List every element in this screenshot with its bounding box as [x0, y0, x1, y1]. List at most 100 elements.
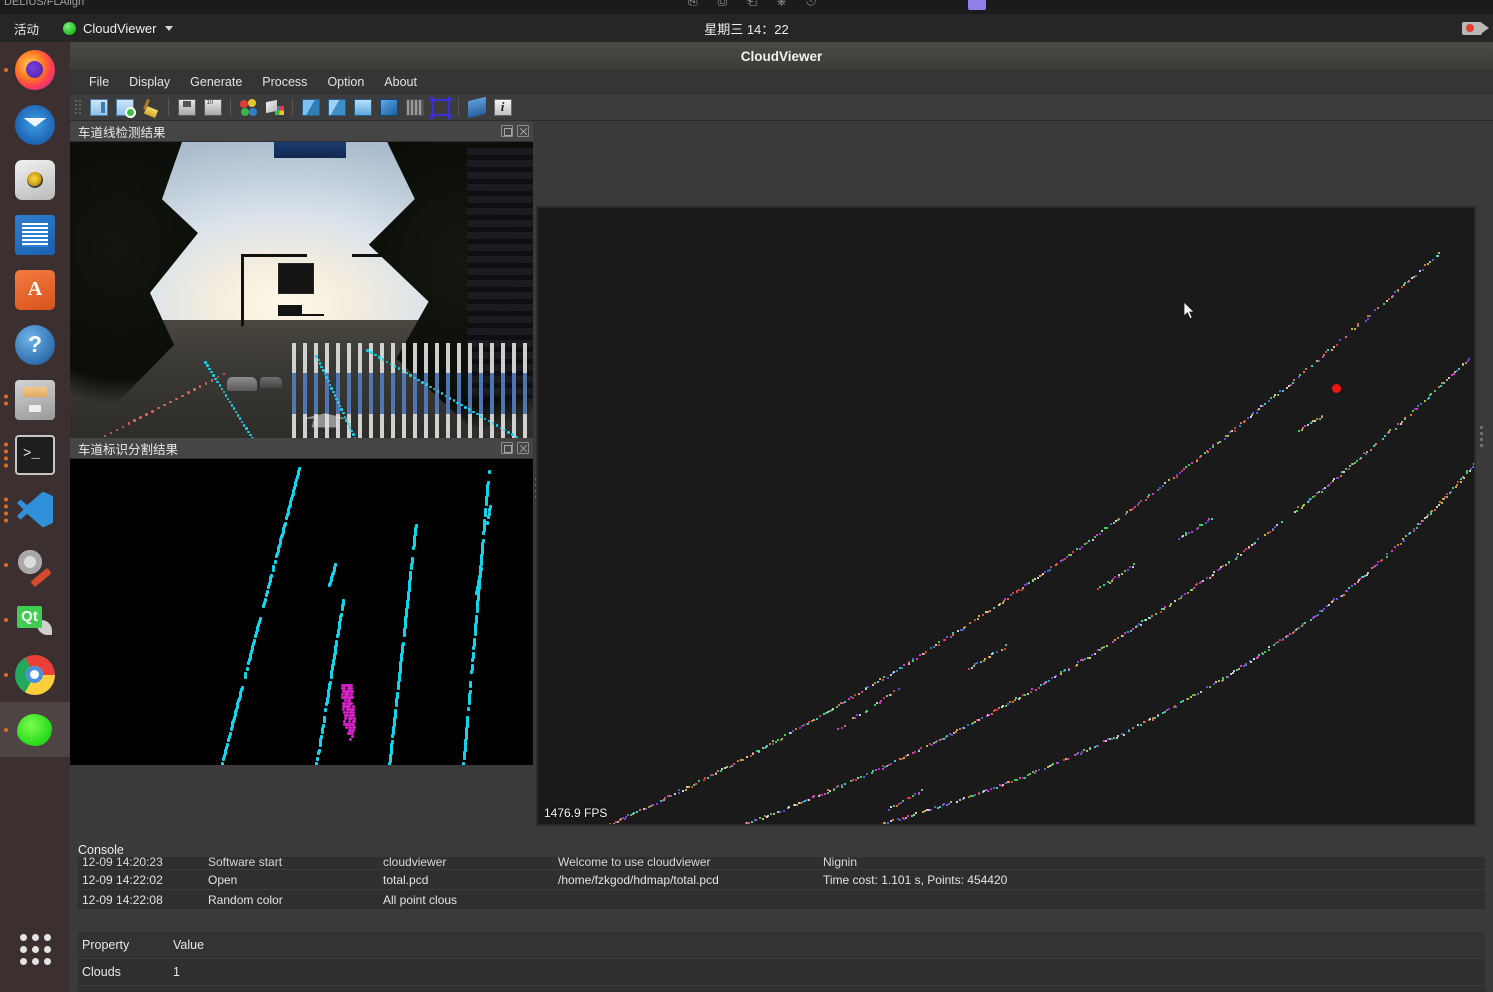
- log-action: Software start: [208, 857, 383, 869]
- toolbar: [70, 94, 1493, 121]
- random-color-button[interactable]: [237, 96, 260, 118]
- dock-item-settings[interactable]: [0, 537, 70, 592]
- wireframe-button[interactable]: [403, 96, 426, 118]
- log-target: All point clous: [383, 893, 558, 907]
- lane-segmentation-image[interactable]: [70, 459, 533, 765]
- point-cloud-file-section[interactable]: Point Cloud File: [78, 985, 1485, 992]
- info-button[interactable]: [491, 96, 514, 118]
- table-row[interactable]: 12-09 14:22:08 Random color All point cl…: [78, 889, 1485, 909]
- view-iso-icon: [380, 99, 398, 116]
- rhythmbox-icon: [15, 160, 55, 200]
- close-panel-icon[interactable]: [517, 442, 529, 454]
- dock-item-chrome[interactable]: [0, 647, 70, 702]
- app-menu-button[interactable]: CloudViewer: [63, 21, 173, 36]
- view-iso-button[interactable]: [377, 96, 400, 118]
- toolbar-separator: [292, 98, 293, 116]
- save-file-as-button[interactable]: [113, 96, 136, 118]
- running-indicator: [4, 394, 8, 405]
- cloudviewer-window: CloudViewer File Display Generate Proces…: [70, 42, 1493, 992]
- running-indicator: [4, 68, 8, 72]
- clock[interactable]: 星期三 14：22: [0, 19, 1493, 38]
- lane-segmentation-title: 车道标识分割结果: [78, 439, 501, 458]
- help-icon: [15, 325, 55, 365]
- open-file-button[interactable]: [87, 96, 110, 118]
- dock-item-qtcreator[interactable]: [0, 592, 70, 647]
- menu-generate[interactable]: Generate: [181, 72, 251, 92]
- log-target: total.pcd: [383, 873, 558, 887]
- float-panel-icon[interactable]: [501, 442, 513, 454]
- dock-item-ubuntu-software[interactable]: [0, 262, 70, 317]
- terminal-icon: [15, 435, 55, 475]
- float-panel-icon[interactable]: [501, 125, 513, 137]
- save-button[interactable]: [175, 96, 198, 118]
- desktop-clipped-strip: DELIUS/FLAlign ⎘⎙⎗⎈⎋: [0, 0, 1493, 14]
- dock-item-thunderbird[interactable]: [0, 97, 70, 152]
- menu-bar: File Display Generate Process Option Abo…: [70, 71, 1493, 94]
- save-10-icon: [204, 99, 222, 116]
- selected-point-marker[interactable]: [1332, 384, 1341, 393]
- bounding-box-button[interactable]: [429, 96, 452, 118]
- console-title: Console: [78, 843, 124, 857]
- menu-process[interactable]: Process: [253, 72, 316, 92]
- color-map-button[interactable]: [263, 96, 286, 118]
- save-10-button[interactable]: [201, 96, 224, 118]
- view-front-button[interactable]: [299, 96, 322, 118]
- log-note: Nignin: [823, 857, 1485, 869]
- dock-item-cloudviewer[interactable]: [0, 702, 70, 757]
- left-panel-column: 车道线检测结果 车道标识分割结果: [70, 121, 533, 854]
- dock-item-files[interactable]: [0, 372, 70, 427]
- desktop-clipped-icons: ⎘⎙⎗⎈⎋: [688, 0, 836, 9]
- qtcreator-icon: [15, 600, 55, 640]
- lane-detection-image[interactable]: [70, 142, 533, 438]
- dock-item-libreoffice-writer[interactable]: [0, 207, 70, 262]
- menu-file[interactable]: File: [80, 72, 118, 92]
- toolbar-separator: [230, 98, 231, 116]
- clear-all-button[interactable]: [139, 96, 162, 118]
- bounding-box-icon: [432, 99, 450, 116]
- color-map-icon: [266, 99, 284, 116]
- activities-button[interactable]: 活动: [14, 19, 39, 38]
- settings-icon: [15, 545, 55, 585]
- show-applications-button[interactable]: [0, 924, 70, 974]
- view-left-icon: [328, 99, 346, 116]
- property-name-clouds: Clouds: [78, 965, 173, 979]
- dock-item-terminal[interactable]: [0, 427, 70, 482]
- table-row[interactable]: 12-09 14:22:02 Open total.pcd /home/fzkg…: [78, 869, 1485, 889]
- view-front-icon: [302, 99, 320, 116]
- dock-item-vscode[interactable]: [0, 482, 70, 537]
- screen-record-icon[interactable]: [1462, 22, 1482, 35]
- view-top-button[interactable]: [351, 96, 374, 118]
- property-value-clouds: 1: [173, 965, 1485, 979]
- table-row[interactable]: Clouds 1: [78, 958, 1485, 985]
- lane-segmentation-panel-buttons: [501, 442, 529, 454]
- right-splitter[interactable]: [1477, 121, 1487, 854]
- log-note: Time cost: 1.101 s, Points: 454420: [823, 873, 1485, 887]
- window-title: CloudViewer: [741, 49, 823, 64]
- point-cloud-viewport[interactable]: 1476.9 FPS: [538, 208, 1474, 824]
- menu-display[interactable]: Display: [120, 72, 179, 92]
- menu-about[interactable]: About: [375, 72, 426, 92]
- dock-item-rhythmbox[interactable]: [0, 152, 70, 207]
- toolbar-grip[interactable]: [74, 97, 81, 117]
- property-table[interactable]: Property Value Clouds 1 Point Cloud File…: [78, 931, 1485, 992]
- window-title-bar[interactable]: CloudViewer: [70, 42, 1493, 71]
- table-row[interactable]: 12-09 14:20:23 Software start cloudviewe…: [78, 857, 1485, 869]
- layers-button[interactable]: [465, 96, 488, 118]
- random-color-icon: [240, 99, 258, 116]
- dock-item-help[interactable]: [0, 317, 70, 372]
- files-icon: [15, 380, 55, 420]
- view-left-button[interactable]: [325, 96, 348, 118]
- close-panel-icon[interactable]: [517, 125, 529, 137]
- dock-item-firefox[interactable]: [0, 42, 70, 97]
- property-table-header: Property Value: [78, 931, 1485, 958]
- log-path: /home/fzkgod/hdmap/total.pcd: [558, 873, 823, 887]
- firefox-icon: [15, 50, 55, 90]
- ubuntu-dock: [0, 42, 70, 992]
- console-log-table[interactable]: 12-09 14:20:23 Software start cloudviewe…: [78, 857, 1485, 909]
- lane-detection-overlay: [70, 142, 533, 438]
- menu-option[interactable]: Option: [318, 72, 373, 92]
- system-indicators[interactable]: [1459, 19, 1485, 37]
- cloudviewer-app-icon: [15, 710, 55, 750]
- log-time: 12-09 14:22:08: [78, 893, 208, 907]
- app-menu-label: CloudViewer: [83, 21, 156, 36]
